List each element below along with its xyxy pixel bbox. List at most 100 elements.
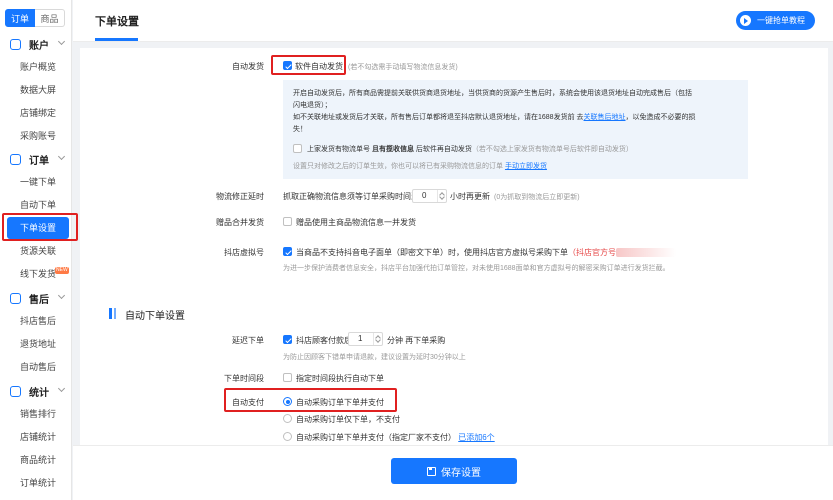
virtual-number-note: 为进一步保护消费者信息安全，抖店平台加强代拍订单管控，对未使用1688面单和官方… (283, 265, 670, 272)
logistics-delay-unit: 小时再更新 (450, 192, 490, 201)
virtual-number-red-note: （抖店官方号 (568, 248, 616, 257)
info-line-4: 失！ (293, 126, 307, 133)
sidebar-item-offline-ship[interactable]: 线下发货 NEW (0, 263, 72, 285)
sidebar-item-sales-rank[interactable]: 销售排行 (0, 403, 72, 425)
highlight-box-auto-ship (271, 55, 346, 75)
account-icon (10, 38, 21, 50)
auto-ship-label: 自动发货 (232, 62, 264, 71)
pickup-text-a: 上家发货有物流单号 (307, 146, 370, 153)
sidebar-item-shop-aftersale[interactable]: 抖店售后 (0, 310, 72, 332)
delay-order-value[interactable]: 1 (358, 334, 362, 343)
redacted-text (616, 248, 676, 258)
settings-panel: 自动发货 软件自动发货 (若不勾选需手动填写物流信息发货) 开启自动发货后，所有… (80, 48, 828, 445)
sidebar-tabs: 订单 商品 (5, 9, 65, 27)
stepper-arrows[interactable] (373, 333, 382, 345)
delay-order-label: 延迟下单 (232, 336, 264, 345)
footer-bar: 保存设置 (73, 445, 833, 500)
delay-order-hint: 为防止因顾客下错单申请退款，建议设置为延时30分钟以上 (283, 354, 466, 361)
sidebar-item-source-link[interactable]: 货源关联 (0, 240, 72, 262)
sidebar-item-auto-aftersale[interactable]: 自动售后 (0, 356, 72, 378)
auto-order-section-title: 自动下单设置 (125, 311, 185, 322)
delay-order-unit: 分钟 再下单采购 (387, 336, 446, 345)
logistics-delay-value[interactable]: 0 (422, 191, 426, 200)
sub-note: 设置只对修改之后的订单生效，你也可以将已有采购物流信息的订单 手动立即发货 (293, 161, 547, 171)
link-aftersale-address[interactable]: 关联售后地址 (584, 114, 626, 121)
sidebar-item-label: 线下发货 (20, 269, 57, 279)
logistics-delay-text: 抓取正确物流信息须等订单采购时间满 (283, 192, 419, 201)
pickup-info-checkbox-label[interactable]: 上家发货有物流单号 且有揽收信息 后软件再自动发货（若不勾选上家发货有物流单号后… (307, 144, 633, 154)
virtual-number-text: 当商品不支持抖音电子面单（即密文下单）时，使用抖店官方虚拟号采购下单 (296, 248, 568, 257)
delay-order-checkbox[interactable] (283, 335, 292, 344)
order-time-checkbox[interactable] (283, 373, 292, 382)
delay-order-stepper[interactable]: 1 (348, 332, 383, 346)
link-added-vendors[interactable]: 已添加6个 (458, 433, 494, 442)
sidebar-item-data-screen[interactable]: 数据大屏 (0, 79, 72, 101)
sidebar-group-account[interactable]: 账户 (0, 34, 72, 54)
auto-pay-option-nopay-label[interactable]: 自动采购订单仅下单，不支付 (296, 414, 400, 425)
sidebar-item-shop-binding[interactable]: 店铺绑定 (0, 102, 72, 124)
highlight-box-sidebar (2, 213, 78, 241)
sidebar-item-purchase-account[interactable]: 采购账号 (0, 125, 72, 147)
sidebar-group-aftersale[interactable]: 售后 (0, 288, 72, 308)
sidebar-item-product-stats[interactable]: 商品统计 (0, 449, 72, 471)
sidebar-item-shop-stats[interactable]: 店铺统计 (0, 426, 72, 448)
auto-pay-option-nopay-radio[interactable] (283, 414, 292, 423)
sidebar-group-label: 统计 (29, 387, 49, 399)
chevron-down-icon (57, 291, 66, 300)
save-icon (427, 466, 436, 476)
logistics-delay-hint: (0为抓取到物流后立即更新) (494, 194, 580, 201)
auto-pay-option-vendor-radio[interactable] (283, 432, 292, 441)
sidebar-group-orders[interactable]: 订单 (0, 149, 72, 169)
auto-pay-option-vendor-label[interactable]: 自动采购订单下单并支付（指定厂家不支付） 已添加6个 (296, 432, 495, 443)
order-time-label: 下单时间段 (224, 374, 264, 383)
stats-icon (10, 385, 21, 397)
sidebar-group-stats[interactable]: 统计 (0, 381, 72, 401)
info-line-3-text: 如不关联地址或发货后才关联，所有售后订单都将退至抖店默认退货地址，请在1688发… (293, 114, 584, 121)
save-button[interactable]: 保存设置 (391, 458, 517, 484)
gift-merge-label: 赠品合并发货 (216, 218, 264, 227)
delay-order-checkbox-label[interactable]: 抖店顾客付款后 (296, 335, 352, 346)
save-button-label: 保存设置 (441, 467, 481, 479)
page-title: 下单设置 (95, 16, 139, 28)
tab-orders[interactable]: 订单 (5, 9, 35, 27)
chevron-down-icon (57, 384, 66, 393)
auto-ship-hint: (若不勾选需手动填写物流信息发货) (348, 64, 458, 71)
pickup-text-bold: 且有揽收信息 (371, 146, 414, 153)
info-line-1: 开启自动发货后，所有商品需提前关联供货商退货地址，当供货商的货源产生售后时，系统… (293, 90, 692, 97)
sidebar-item-one-click-order[interactable]: 一键下单 (0, 171, 72, 193)
section-marker-secondary (114, 308, 116, 319)
info-line-3-tail: ，以免造成不必要的损 (625, 114, 696, 121)
virtual-number-checkbox[interactable] (283, 247, 292, 256)
new-badge: NEW (55, 267, 69, 274)
play-icon (740, 15, 751, 26)
pickup-info-checkbox[interactable] (293, 144, 302, 153)
pickup-text-b: 后软件再自动发货 (415, 146, 472, 153)
chevron-down-icon (57, 37, 66, 46)
order-icon (10, 153, 21, 165)
gift-merge-checkbox-label[interactable]: 赠品使用主商品物流信息一并发货 (296, 217, 416, 228)
logistics-delay-label: 物流修正延时 (216, 192, 264, 201)
sidebar: 订单 商品 账户 账户概览 数据大屏 店铺绑定 采购账号 订单 一键下单 自动下… (0, 0, 72, 500)
section-marker (109, 308, 112, 319)
order-time-checkbox-label[interactable]: 指定时间段执行自动下单 (296, 373, 384, 384)
aftersale-icon (10, 292, 21, 304)
vendor-option-text: 自动采购订单下单并支付（指定厂家不支付） (296, 433, 456, 442)
link-manual-ship[interactable]: 手动立即发货 (505, 163, 547, 170)
highlight-box-auto-pay (224, 388, 397, 412)
tab-products[interactable]: 商品 (35, 9, 65, 27)
page-header: 下单设置 一键抢单教程 (73, 0, 833, 42)
sidebar-group-label: 售后 (29, 294, 49, 306)
sidebar-item-order-stats[interactable]: 订单统计 (0, 472, 72, 494)
gift-merge-checkbox[interactable] (283, 217, 292, 226)
logistics-delay-stepper[interactable]: 0 (412, 189, 447, 203)
stepper-arrows[interactable] (437, 190, 446, 202)
info-line-2: 闪电退货）； (293, 102, 332, 109)
virtual-number-checkbox-label[interactable]: 当商品不支持抖音电子面单（即密文下单）时，使用抖店官方虚拟号采购下单（抖店官方号 (296, 247, 676, 258)
sidebar-group-label: 账户 (29, 40, 49, 52)
sub-note-text: 设置只对修改之后的订单生效，你也可以将已有采购物流信息的订单 (293, 163, 503, 170)
sidebar-item-account-overview[interactable]: 账户概览 (0, 56, 72, 78)
auto-ship-info-box: 开启自动发货后，所有商品需提前关联供货商退货地址，当供货商的货源产生售后时，系统… (283, 80, 748, 179)
tutorial-button[interactable]: 一键抢单教程 (736, 11, 815, 30)
sidebar-item-return-address[interactable]: 退货地址 (0, 333, 72, 355)
info-line-3: 如不关联地址或发货后才关联，所有售后订单都将退至抖店默认退货地址，请在1688发… (293, 112, 696, 122)
